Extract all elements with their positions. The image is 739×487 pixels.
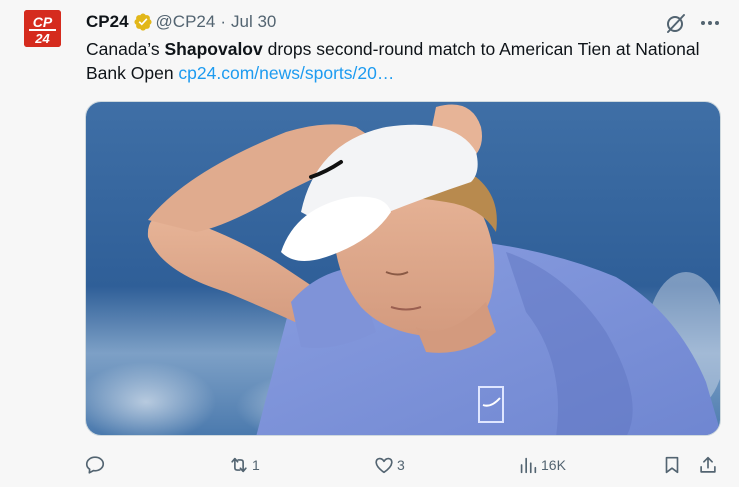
views-button[interactable]: 16K <box>517 450 566 480</box>
tweet-date[interactable]: Jul 30 <box>231 12 276 32</box>
share-button[interactable] <box>697 450 719 480</box>
like-count: 3 <box>397 457 405 473</box>
more-options-icon[interactable] <box>697 11 723 35</box>
like-button[interactable]: 3 <box>373 450 405 480</box>
cp24-logo-icon: CP 24 <box>24 10 61 47</box>
share-icon <box>700 456 716 473</box>
tennis-player-photo-icon <box>86 102 720 435</box>
separator-dot: · <box>220 12 226 31</box>
tweet-photo[interactable] <box>85 101 721 436</box>
tweet-header: CP24 @CP24 · Jul 30 <box>86 11 276 33</box>
tweet-text: Canada’s Shapovalov drops second-round m… <box>86 37 706 85</box>
verified-badge-icon <box>133 13 152 31</box>
action-bar: 1 3 16K <box>0 450 739 480</box>
views-icon <box>520 457 537 474</box>
author-handle[interactable]: @CP24 <box>156 12 216 32</box>
avatar[interactable]: CP 24 <box>24 10 61 47</box>
bookmark-icon <box>665 456 679 474</box>
like-icon <box>375 457 393 474</box>
repost-count: 1 <box>252 457 260 473</box>
tweet-link[interactable]: cp24.com/news/sports/20… <box>178 63 394 83</box>
svg-text:CP: CP <box>33 14 53 30</box>
reply-button[interactable] <box>84 450 108 480</box>
tweet-card[interactable]: CP 24 CP24 @CP24 · Jul 30 Canada’s Shapo… <box>0 0 739 487</box>
bookmark-button[interactable] <box>661 450 683 480</box>
svg-text:24: 24 <box>34 31 50 46</box>
author-name[interactable]: CP24 <box>86 12 129 32</box>
repost-button[interactable]: 1 <box>228 450 260 480</box>
views-count: 16K <box>541 457 566 473</box>
repost-icon <box>231 457 247 473</box>
tweet-text-part1: Canada’s <box>86 39 165 59</box>
reply-icon <box>85 456 105 474</box>
tweet-text-bold: Shapovalov <box>164 39 263 59</box>
grok-icon[interactable] <box>664 11 688 35</box>
